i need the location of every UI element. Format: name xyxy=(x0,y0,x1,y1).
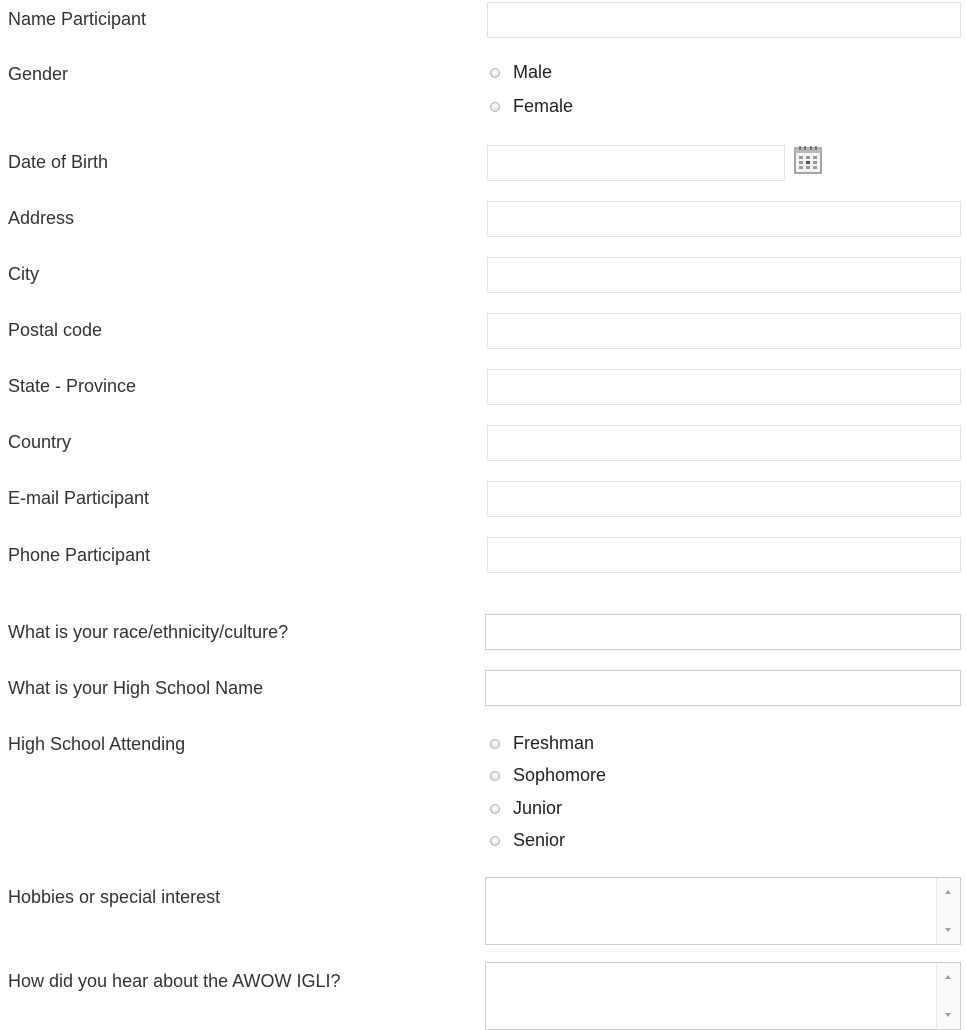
hear-about-label: How did you hear about the AWOW IGLI? xyxy=(8,971,341,991)
attending-option-label: Sophomore xyxy=(513,765,607,785)
radio-button-icon[interactable] xyxy=(490,738,500,749)
phone-participant-input[interactable] xyxy=(487,537,961,573)
radio-button-icon[interactable] xyxy=(490,770,500,781)
high-school-name-label: What is your High School Name xyxy=(8,678,264,698)
postal-code-label: Postal code xyxy=(8,320,103,340)
gender-option-male[interactable]: Male xyxy=(490,62,552,83)
high-school-attending-label: High School Attending xyxy=(8,734,186,754)
country-label: Country xyxy=(8,432,72,452)
high-school-name-input[interactable] xyxy=(485,670,961,706)
attending-option-senior[interactable]: Senior xyxy=(490,830,565,851)
country-input[interactable] xyxy=(487,425,961,461)
city-label: City xyxy=(8,264,39,284)
gender-option-label: Male xyxy=(513,62,553,82)
radio-button-icon[interactable] xyxy=(490,101,500,112)
hobbies-textarea-box xyxy=(485,877,961,945)
attending-option-sophomore[interactable]: Sophomore xyxy=(490,765,606,786)
attending-option-junior[interactable]: Junior xyxy=(490,798,562,819)
name-participant-input[interactable] xyxy=(487,2,961,38)
postal-code-input[interactable] xyxy=(487,313,961,349)
scroll-down-icon[interactable] xyxy=(945,928,951,932)
attending-option-freshman[interactable]: Freshman xyxy=(490,733,594,754)
gender-option-label: Female xyxy=(513,96,574,116)
radio-button-icon[interactable] xyxy=(490,835,500,846)
date-of-birth-label: Date of Birth xyxy=(8,152,109,172)
hear-about-textarea[interactable] xyxy=(486,963,936,1029)
race-ethnicity-input[interactable] xyxy=(485,614,961,650)
state-province-input[interactable] xyxy=(487,369,961,405)
city-input[interactable] xyxy=(487,257,961,293)
date-of-birth-input[interactable] xyxy=(487,145,785,181)
calendar-icon[interactable] xyxy=(793,145,823,175)
scroll-up-icon[interactable] xyxy=(945,890,951,894)
name-participant-label: Name Participant xyxy=(8,9,147,29)
hear-about-scrollbar[interactable] xyxy=(936,963,960,1029)
hobbies-textarea[interactable] xyxy=(486,878,936,944)
scroll-down-icon[interactable] xyxy=(945,1013,951,1017)
gender-option-female[interactable]: Female xyxy=(490,96,573,117)
attending-option-label: Senior xyxy=(513,830,566,850)
gender-label: Gender xyxy=(8,64,69,84)
attending-option-label: Freshman xyxy=(513,733,595,753)
attending-option-label: Junior xyxy=(513,798,563,818)
address-label: Address xyxy=(8,208,75,228)
hobbies-label: Hobbies or special interest xyxy=(8,887,221,907)
state-province-label: State - Province xyxy=(8,376,137,396)
phone-participant-label: Phone Participant xyxy=(8,545,151,565)
email-participant-label: E-mail Participant xyxy=(8,488,150,508)
race-ethnicity-label: What is your race/ethnicity/culture? xyxy=(8,622,289,642)
radio-button-icon[interactable] xyxy=(490,803,500,814)
radio-button-icon[interactable] xyxy=(490,67,500,78)
hear-about-textarea-box xyxy=(485,962,961,1030)
address-input[interactable] xyxy=(487,201,961,237)
email-participant-input[interactable] xyxy=(487,481,961,517)
scroll-up-icon[interactable] xyxy=(945,975,951,979)
hobbies-scrollbar[interactable] xyxy=(936,878,960,944)
